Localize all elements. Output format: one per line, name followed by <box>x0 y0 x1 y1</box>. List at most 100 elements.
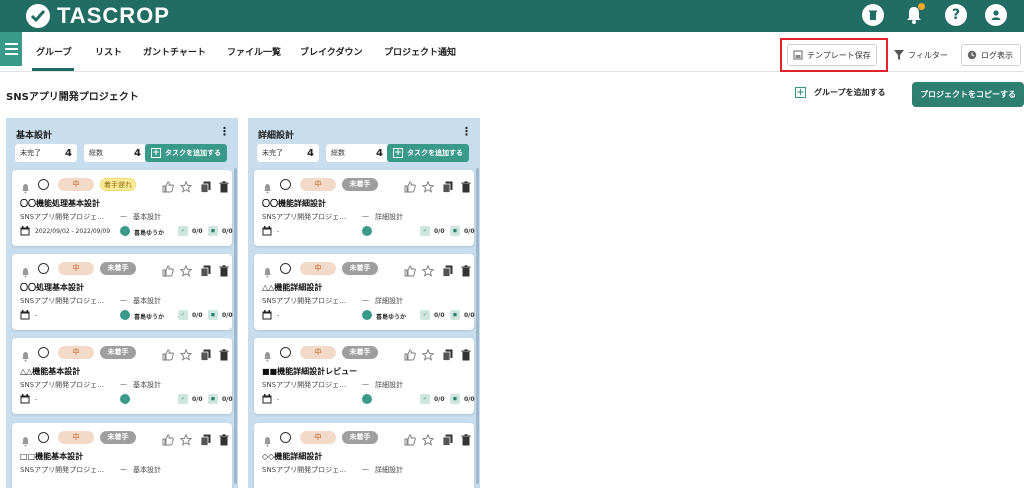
thumbs-up-icon[interactable] <box>162 262 174 277</box>
delete-icon[interactable] <box>218 262 230 277</box>
status-badge[interactable]: 未着手 <box>342 178 378 191</box>
star-icon[interactable] <box>179 178 193 193</box>
task-title[interactable]: △△機能基本設計 <box>20 366 80 377</box>
tab-gantt[interactable]: ガントチャート <box>143 45 206 58</box>
complete-checkbox[interactable] <box>280 432 291 443</box>
copy-icon[interactable] <box>442 262 454 277</box>
complete-checkbox[interactable] <box>280 179 291 190</box>
app-logo[interactable]: TASCROP <box>26 2 170 30</box>
task-title[interactable]: ◇◇機能詳細設計 <box>262 451 322 462</box>
trash-icon[interactable] <box>862 4 884 26</box>
delete-icon[interactable] <box>218 346 230 361</box>
task-title[interactable]: □□機能基本設計 <box>20 451 83 462</box>
copy-icon[interactable] <box>200 346 212 361</box>
bell-icon[interactable] <box>20 179 31 194</box>
tab-breakdown[interactable]: ブレイクダウン <box>300 45 362 58</box>
task-card[interactable]: 中 未着手 〇〇機能詳細設計 SNSアプリ開発プロジェ… — 詳細設計 - ✓ <box>254 170 475 246</box>
task-card[interactable]: 中 着手遅れ 〇〇機能処理基本設計 SNSアプリ開発プロジェ… — 基本設計 2… <box>12 170 233 246</box>
add-task-button[interactable]: + タスクを追加する <box>387 144 469 162</box>
copy-icon[interactable] <box>200 178 212 193</box>
thumbs-up-icon[interactable] <box>404 431 416 446</box>
column-scrollbar[interactable] <box>234 168 237 484</box>
bell-icon[interactable] <box>262 432 273 447</box>
star-icon[interactable] <box>179 262 193 277</box>
delete-icon[interactable] <box>460 178 472 193</box>
status-badge[interactable]: 未着手 <box>100 346 136 359</box>
user-icon[interactable] <box>985 4 1007 26</box>
priority-badge[interactable]: 中 <box>58 178 94 191</box>
task-title[interactable]: △△機能詳細設計 <box>262 282 322 293</box>
complete-checkbox[interactable] <box>38 432 49 443</box>
thumbs-up-icon[interactable] <box>404 262 416 277</box>
priority-badge[interactable]: 中 <box>300 431 336 444</box>
status-badge[interactable]: 未着手 <box>100 431 136 444</box>
star-icon[interactable] <box>179 346 193 361</box>
task-card[interactable]: 中 未着手 △△機能詳細設計 SNSアプリ開発プロジェ… — 詳細設計 - 喜島… <box>254 254 475 330</box>
star-icon[interactable] <box>421 346 435 361</box>
status-badge[interactable]: 未着手 <box>342 262 378 275</box>
task-card[interactable]: 中 未着手 △△機能基本設計 SNSアプリ開発プロジェ… — 基本設計 - ✓ <box>12 338 233 414</box>
star-icon[interactable] <box>421 178 435 193</box>
bell-icon[interactable] <box>262 347 273 362</box>
status-badge[interactable]: 未着手 <box>100 262 136 275</box>
column-menu-icon[interactable]: ⋮ <box>461 126 472 137</box>
status-badge[interactable]: 着手遅れ <box>100 178 136 191</box>
task-card[interactable]: 中 未着手 ■■機能詳細設計レビュー SNSアプリ開発プロジェ… — 詳細設計 … <box>254 338 475 414</box>
column-menu-icon[interactable]: ⋮ <box>219 126 230 137</box>
thumbs-up-icon[interactable] <box>162 346 174 361</box>
complete-checkbox[interactable] <box>38 179 49 190</box>
delete-icon[interactable] <box>460 346 472 361</box>
priority-badge[interactable]: 中 <box>300 178 336 191</box>
thumbs-up-icon[interactable] <box>162 431 174 446</box>
priority-badge[interactable]: 中 <box>58 262 94 275</box>
thumbs-up-icon[interactable] <box>162 178 174 193</box>
help-icon[interactable]: ? <box>945 4 967 26</box>
copy-icon[interactable] <box>200 431 212 446</box>
status-badge[interactable]: 未着手 <box>342 431 378 444</box>
star-icon[interactable] <box>421 431 435 446</box>
bell-icon[interactable] <box>262 263 273 278</box>
delete-icon[interactable] <box>218 178 230 193</box>
tab-project-notice[interactable]: プロジェクト通知 <box>384 45 456 58</box>
hamburger-menu-icon[interactable] <box>0 32 22 66</box>
task-title[interactable]: 〇〇機能処理基本設計 <box>20 198 100 209</box>
add-group-button[interactable]: + グループを追加する <box>795 87 886 98</box>
priority-badge[interactable]: 中 <box>300 262 336 275</box>
bell-icon[interactable] <box>20 347 31 362</box>
copy-icon[interactable] <box>442 431 454 446</box>
delete-icon[interactable] <box>218 431 230 446</box>
tab-files[interactable]: ファイル一覧 <box>227 45 281 58</box>
delete-icon[interactable] <box>460 262 472 277</box>
copy-icon[interactable] <box>200 262 212 277</box>
bell-icon[interactable] <box>262 179 273 194</box>
status-badge[interactable]: 未着手 <box>342 346 378 359</box>
tab-list[interactable]: リスト <box>95 45 122 58</box>
copy-icon[interactable] <box>442 178 454 193</box>
task-card[interactable]: 中 未着手 〇〇処理基本設計 SNSアプリ開発プロジェ… — 基本設計 - 喜島… <box>12 254 233 330</box>
add-task-button[interactable]: + タスクを追加する <box>145 144 227 162</box>
complete-checkbox[interactable] <box>38 263 49 274</box>
star-icon[interactable] <box>179 431 193 446</box>
task-title[interactable]: ■■機能詳細設計レビュー <box>262 366 357 377</box>
priority-badge[interactable]: 中 <box>300 346 336 359</box>
thumbs-up-icon[interactable] <box>404 178 416 193</box>
copy-project-button[interactable]: プロジェクトをコピーする <box>912 82 1024 107</box>
tab-group[interactable]: グループ <box>36 45 71 58</box>
column-scrollbar[interactable] <box>476 168 479 484</box>
delete-icon[interactable] <box>460 431 472 446</box>
thumbs-up-icon[interactable] <box>404 346 416 361</box>
task-title[interactable]: 〇〇機能詳細設計 <box>262 198 326 209</box>
log-button[interactable]: ログ表示 <box>961 44 1021 66</box>
complete-checkbox[interactable] <box>280 263 291 274</box>
task-card[interactable]: 中 未着手 ◇◇機能詳細設計 SNSアプリ開発プロジェ… — 詳細設計 <box>254 423 474 488</box>
complete-checkbox[interactable] <box>38 347 49 358</box>
priority-badge[interactable]: 中 <box>58 431 94 444</box>
priority-badge[interactable]: 中 <box>58 346 94 359</box>
bell-icon[interactable] <box>20 263 31 278</box>
task-title[interactable]: 〇〇処理基本設計 <box>20 282 84 293</box>
filter-button[interactable]: フィルター <box>889 44 953 66</box>
bell-icon[interactable] <box>20 432 31 447</box>
star-icon[interactable] <box>421 262 435 277</box>
bell-icon[interactable] <box>903 3 925 26</box>
copy-icon[interactable] <box>442 346 454 361</box>
